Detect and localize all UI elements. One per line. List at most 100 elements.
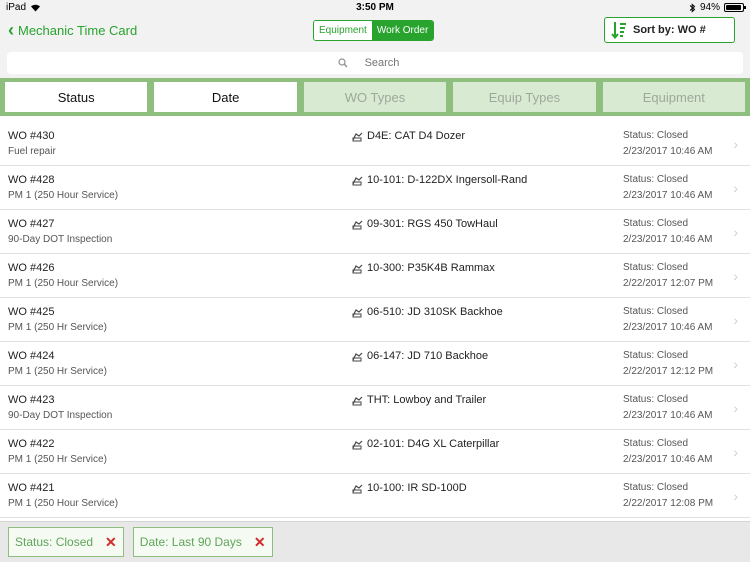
segment-equipment[interactable]: Equipment: [314, 21, 372, 40]
battery-icon: [724, 3, 746, 12]
equipment-label: D4E: CAT D4 Dozer: [367, 130, 466, 142]
status-text: Status: Closed: [623, 174, 689, 185]
chevron-right-icon: ›: [733, 356, 738, 372]
tab-equip-types[interactable]: Equip Types: [453, 82, 596, 112]
battery-percent: 94%: [699, 2, 720, 13]
remove-filter-icon[interactable]: ✕: [254, 534, 266, 551]
table-row[interactable]: WO #423 90-Day DOT Inspection THT: Lowboy …: [0, 386, 750, 430]
wo-description: 90-Day DOT Inspection: [8, 410, 113, 421]
chevron-right-icon: ›: [733, 444, 738, 460]
equipment-icon: [352, 396, 363, 405]
chevron-right-icon: ›: [733, 136, 738, 152]
date-text: 2/22/2017 12:07 PM: [623, 278, 714, 289]
equipment-icon: [352, 176, 363, 185]
table-row[interactable]: WO #425 PM 1 (250 Hr Service) 06-510: JD 3…: [0, 298, 750, 342]
back-button[interactable]: ‹ Mechanic Time Card: [8, 21, 137, 39]
wo-number: WO #426: [8, 262, 55, 274]
status-text: Status: Closed: [623, 482, 689, 493]
equipment-label: 06-147: JD 710 Backhoe: [367, 350, 489, 362]
segment-work-order[interactable]: Work Order: [371, 21, 434, 40]
search-input[interactable]: [352, 57, 412, 69]
back-label: Mechanic Time Card: [18, 22, 138, 38]
tab-equipment[interactable]: Equipment: [602, 82, 746, 112]
equipment-label: 02-101: D4G XL Caterpillar: [367, 438, 500, 450]
wo-description: PM 1 (250 Hr Service): [8, 322, 107, 333]
wo-number: WO #424: [8, 350, 55, 362]
remove-filter-icon[interactable]: ✕: [105, 534, 117, 551]
work-order-list: WO #430 Fuel repair D4E: CAT D4 Dozer Statu…: [0, 122, 750, 522]
filter-chip-date[interactable]: Date: Last 90 Days ✕: [132, 527, 273, 557]
chevron-right-icon: ›: [733, 312, 738, 328]
equipment-cell: 10-101: D-122DX Ingersoll-Rand: [352, 174, 527, 186]
equipment-cell: 09-301: RGS 450 TowHaul: [352, 218, 498, 230]
wo-number: WO #428: [8, 174, 55, 186]
nav-bar: ‹ Mechanic Time Card Equipment Work Orde…: [0, 15, 750, 48]
table-row[interactable]: WO #421 PM 1 (250 Hour Service) 10-100: IR…: [0, 474, 750, 518]
search-bar[interactable]: [7, 52, 743, 74]
wo-description: PM 1 (250 Hour Service): [8, 278, 119, 289]
equipment-label: 09-301: RGS 450 TowHaul: [367, 218, 498, 230]
equipment-icon: [352, 308, 363, 317]
chevron-right-icon: ›: [733, 180, 738, 196]
status-text: Status: Closed: [623, 438, 689, 449]
wo-number: WO #423: [8, 394, 55, 406]
chevron-right-icon: ›: [733, 224, 738, 240]
table-row[interactable]: WO #422 PM 1 (250 Hr Service) 02-101: D4G …: [0, 430, 750, 474]
table-row[interactable]: WO #424 PM 1 (250 Hr Service) 06-147: JD 7…: [0, 342, 750, 386]
tab-status[interactable]: Status: [5, 82, 148, 112]
equipment-cell: 06-510: JD 310SK Backhoe: [352, 306, 503, 318]
status-text: Status: Closed: [623, 306, 689, 317]
equipment-icon: [352, 440, 363, 449]
equipment-label: 10-101: D-122DX Ingersoll-Rand: [367, 174, 528, 186]
date-text: 2/23/2017 10:46 AM: [623, 410, 713, 421]
wo-number: WO #427: [8, 218, 55, 230]
equipment-label: THT: Lowboy and Trailer: [367, 394, 487, 406]
status-text: Status: Closed: [623, 130, 689, 141]
table-row[interactable]: WO #430 Fuel repair D4E: CAT D4 Dozer Statu…: [0, 122, 750, 166]
chevron-right-icon: ›: [733, 488, 738, 504]
status-text: Status: Closed: [623, 350, 689, 361]
wo-number: WO #430: [8, 130, 55, 142]
equipment-label: 10-300: P35K4B Rammax: [367, 262, 495, 274]
wo-number: WO #425: [8, 306, 55, 318]
table-row[interactable]: WO #428 PM 1 (250 Hour Service) 10-101: D-…: [0, 166, 750, 210]
status-text: Status: Closed: [623, 394, 689, 405]
date-text: 2/22/2017 12:12 PM: [623, 366, 714, 377]
equipment-cell: 10-100: IR SD-100D: [352, 482, 467, 494]
search-container: [0, 48, 750, 78]
tab-date[interactable]: Date: [154, 82, 297, 112]
bluetooth-icon: [689, 2, 696, 13]
active-filters-bar: Status: Closed ✕ Date: Last 90 Days ✕: [0, 521, 750, 562]
date-text: 2/22/2017 12:08 PM: [623, 498, 714, 509]
equipment-cell: 02-101: D4G XL Caterpillar: [352, 438, 499, 450]
equipment-cell: THT: Lowboy and Trailer: [352, 394, 486, 406]
chevron-left-icon: ‹: [8, 20, 14, 40]
view-segmented-control: Equipment Work Order: [313, 20, 435, 41]
wo-description: PM 1 (250 Hour Service): [8, 190, 119, 201]
search-icon: [338, 58, 348, 68]
wifi-icon: [31, 4, 41, 12]
status-bar: iPad 3:50 PM 94%: [0, 0, 750, 15]
wo-description: PM 1 (250 Hr Service): [8, 366, 107, 377]
equipment-icon: [352, 220, 363, 229]
wo-description: Fuel repair: [8, 146, 56, 157]
date-text: 2/23/2017 10:46 AM: [623, 454, 713, 465]
filter-chip-status[interactable]: Status: Closed ✕: [8, 527, 124, 557]
equipment-cell: D4E: CAT D4 Dozer: [352, 130, 465, 142]
chevron-right-icon: ›: [733, 400, 738, 416]
tab-wo-types[interactable]: WO Types: [303, 82, 447, 112]
filter-chip-label: Status: Closed: [15, 535, 94, 549]
status-text: Status: Closed: [623, 218, 689, 229]
wo-number: WO #422: [8, 438, 55, 450]
device-label: iPad: [6, 2, 27, 13]
status-text: Status: Closed: [623, 262, 689, 273]
date-text: 2/23/2017 10:46 AM: [623, 146, 713, 157]
date-text: 2/23/2017 10:46 AM: [623, 234, 713, 245]
table-row[interactable]: WO #427 90-Day DOT Inspection 09-301: RGS …: [0, 210, 750, 254]
wo-description: PM 1 (250 Hr Service): [8, 454, 107, 465]
table-row[interactable]: WO #426 PM 1 (250 Hour Service) 10-300: P3…: [0, 254, 750, 298]
wo-description: 90-Day DOT Inspection: [8, 234, 113, 245]
sort-button[interactable]: Sort by: WO #: [604, 17, 735, 43]
equipment-icon: [352, 264, 363, 273]
equipment-icon: [352, 132, 363, 141]
